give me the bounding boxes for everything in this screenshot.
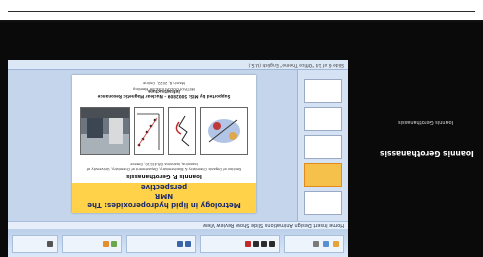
font-color-icon[interactable] xyxy=(245,241,251,247)
slide-figure-molecule xyxy=(200,107,248,155)
underline-icon[interactable] xyxy=(253,241,259,247)
powerpoint-workspace: Metrology in lipid hydroperoxides: The N… xyxy=(8,70,348,221)
top-divider xyxy=(8,11,475,12)
spectrometer-photo xyxy=(81,108,129,154)
slide-figure-structure xyxy=(168,107,196,155)
ribbon-tabs[interactable]: Home Insert Design Animations Slide Show… xyxy=(8,221,348,229)
powerpoint-ribbon xyxy=(8,228,348,257)
slide-title-bar: Metrology in lipid hydroperoxides: The N… xyxy=(72,183,256,213)
slide-affiliation: Section of Organic Chemistry & Biochemis… xyxy=(86,162,242,171)
slide-thumbnail[interactable] xyxy=(304,79,342,103)
slide-author: Ioannis P. Gerothanassis xyxy=(126,173,202,179)
presenter-name: Ioannis Gerothanassis xyxy=(380,149,474,158)
layout-icon[interactable] xyxy=(313,241,319,247)
shared-screen-content: Home Insert Design Animations Slide Show… xyxy=(8,60,348,257)
molecule-figure xyxy=(208,119,240,143)
slide-thumbnails-pane[interactable] xyxy=(297,70,348,221)
slide-photo-spectrometer xyxy=(80,107,130,155)
slide-thumbnail[interactable] xyxy=(304,107,342,131)
structure-figure xyxy=(175,115,190,147)
italic-icon[interactable] xyxy=(261,241,267,247)
slide-date: March 8, 2022, Online xyxy=(143,81,185,86)
bullets-icon[interactable] xyxy=(185,241,191,247)
current-slide[interactable]: Metrology in lipid hydroperoxides: The N… xyxy=(72,75,256,213)
quick-styles-icon[interactable] xyxy=(103,241,109,247)
powerpoint-status-bar: Slide 6 of 14 "Office Theme" English (U.… xyxy=(8,60,348,70)
slide-thumbnail[interactable] xyxy=(304,135,342,159)
slide-thumbnail[interactable] xyxy=(304,191,342,215)
ribbon-group-clipboard[interactable] xyxy=(284,235,344,253)
bold-icon[interactable] xyxy=(269,241,275,247)
slide-title: Metrology in lipid hydroperoxides: The N… xyxy=(87,183,241,209)
paste-icon[interactable] xyxy=(333,241,339,247)
participant-tile-label: Ioannis Gerothanassis xyxy=(398,119,454,125)
top-strip xyxy=(0,0,483,22)
new-slide-icon[interactable] xyxy=(323,241,329,247)
ribbon-group-paragraph[interactable] xyxy=(126,235,196,253)
align-icon[interactable] xyxy=(177,241,183,247)
ribbon-group-font[interactable] xyxy=(200,235,280,253)
slide-thumbnail-selected[interactable] xyxy=(304,163,342,187)
slide-figure-plot xyxy=(134,107,164,155)
find-icon[interactable] xyxy=(47,241,53,247)
shapes-icon[interactable] xyxy=(111,241,117,247)
shared-screen[interactable]: Home Insert Design Animations Slide Show… xyxy=(8,60,348,257)
slide-meeting: METROFOOD-RI Kick-off Meeting xyxy=(133,87,195,92)
ribbon-group-editing[interactable] xyxy=(12,235,58,253)
spectrum-plot xyxy=(137,113,160,150)
ribbon-group-drawing[interactable] xyxy=(62,235,122,253)
